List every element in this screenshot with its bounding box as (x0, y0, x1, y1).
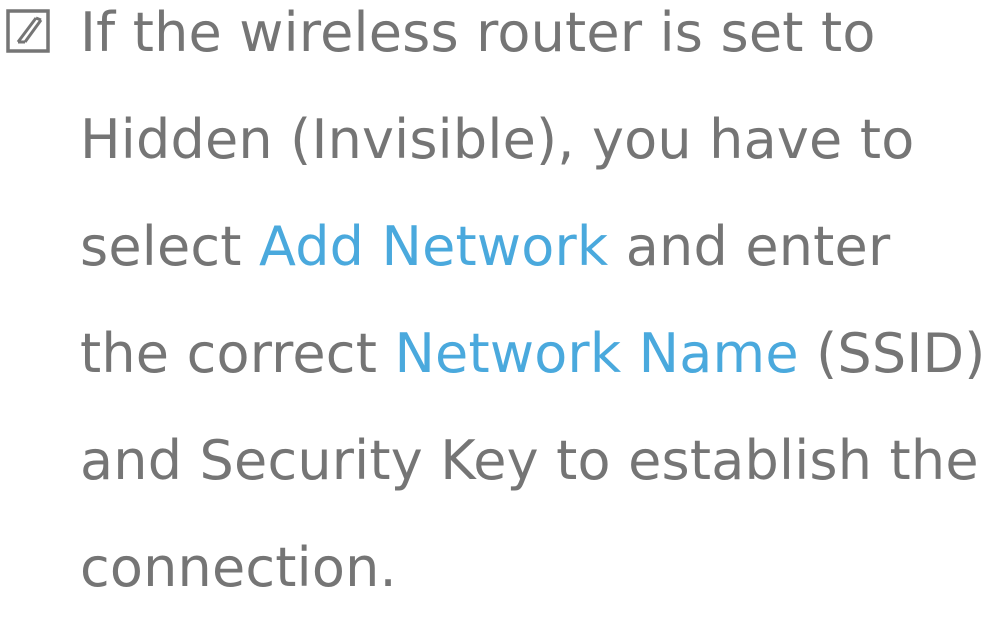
note-text-segment: (SSID) (798, 322, 986, 385)
note-line: and Security Key to establish the (80, 429, 979, 492)
note-line: select Add Network and enter (80, 193, 1001, 300)
note-text-segment: select (80, 215, 260, 278)
note-icon (6, 9, 50, 53)
note-text: If the wireless router is set to Hidden … (80, 0, 1001, 621)
note-text-segment: and enter (608, 215, 891, 278)
note-line: the correct Network Name (SSID) (80, 300, 1001, 407)
note-block: If the wireless router is set to Hidden … (0, 0, 1001, 599)
note-text-segment: the correct (80, 322, 395, 385)
note-line: If the wireless router is set to (80, 1, 876, 64)
note-line: connection. (80, 536, 397, 599)
menu-item-reference-add-network: Add Network (259, 215, 609, 278)
note-line: Hidden (Invisible), you have to (80, 108, 915, 171)
menu-item-reference-network-name: Network Name (394, 322, 799, 385)
